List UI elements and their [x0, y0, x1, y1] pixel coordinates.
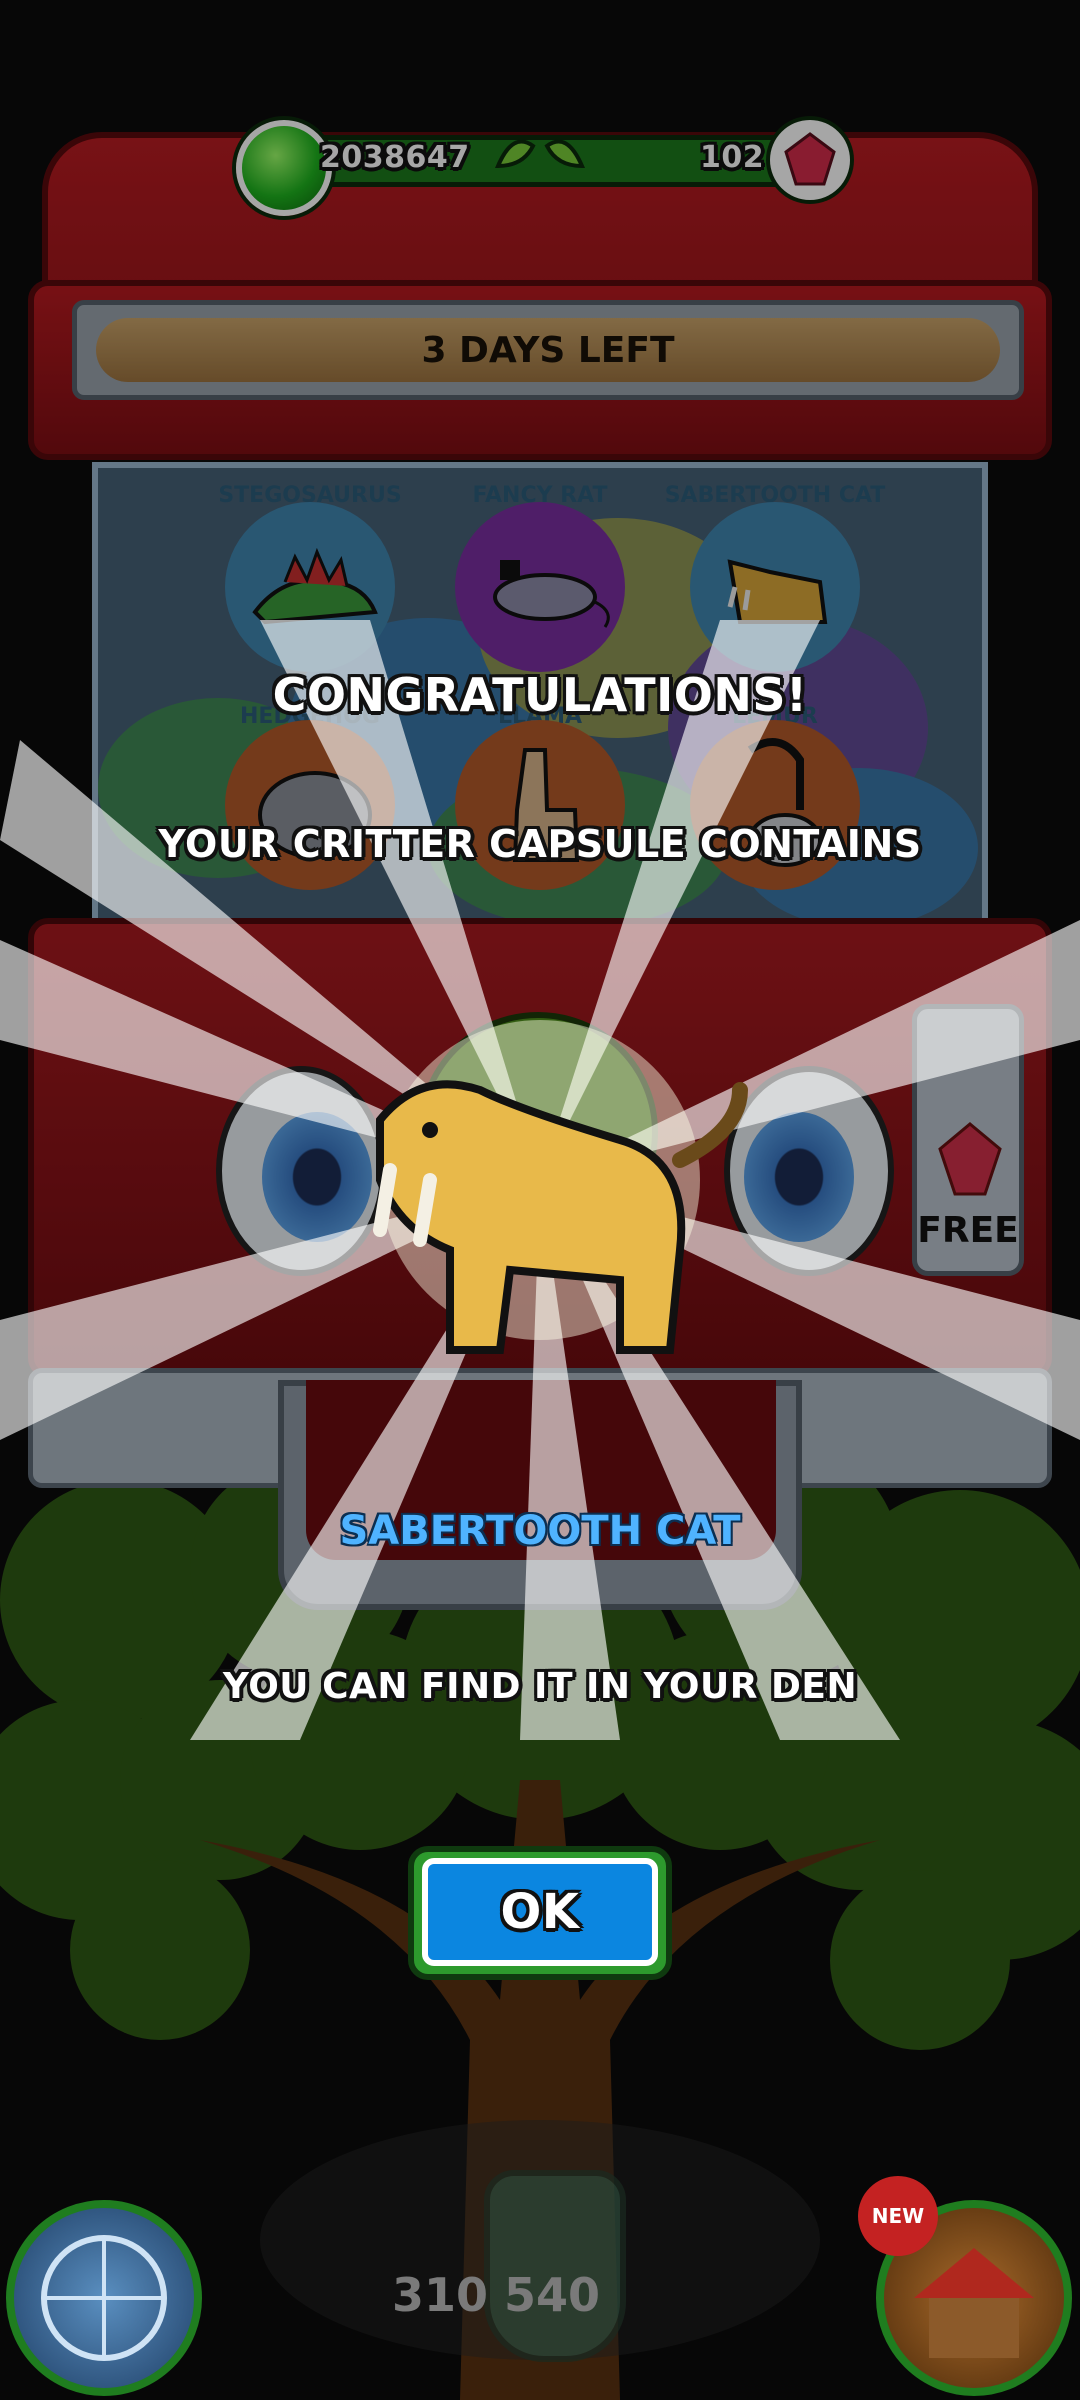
fancy-rat-icon: [493, 560, 610, 628]
red-gem-icon: [784, 132, 836, 186]
world-map-button[interactable]: [6, 2200, 202, 2396]
globe-icon: [41, 2235, 167, 2361]
ruby-currency: [770, 120, 850, 200]
popup-message: YOU CAN FIND IT IN YOUR DEN: [222, 1666, 858, 1707]
green-gem-icon: [236, 120, 332, 216]
coin-count: 2038647: [320, 140, 470, 175]
stegosaurus-icon: [252, 547, 378, 625]
leaf-ornament-icon: [494, 139, 586, 169]
slot-sabertooth-cat: [690, 502, 860, 672]
ruby-icon: [938, 1122, 1002, 1196]
sabertooth-cat-reward-icon: [373, 1080, 748, 1354]
slot-fancy-rat: [455, 502, 625, 672]
reward-critter-name: SABERTOOTH CAT: [339, 1508, 741, 1554]
gem-count: 102: [700, 140, 765, 175]
shield-badge-icon: [484, 2170, 626, 2362]
free-label: FREE: [917, 1210, 1019, 1251]
popup-title: CONGRATULATIONS!: [272, 668, 808, 722]
timer-label: 3 DAYS LEFT: [96, 318, 1000, 382]
score-display: 310 540: [392, 2268, 601, 2322]
ok-button-face[interactable]: OK: [422, 1858, 658, 1966]
popup-subtitle: YOUR CRITTER CAPSULE CONTAINS: [158, 822, 922, 866]
slot-stegosaurus: [225, 502, 395, 672]
sabertooth-cat-icon: [727, 559, 828, 624]
new-badge: NEW: [858, 2176, 938, 2256]
ok-label: OK: [500, 1884, 580, 1940]
